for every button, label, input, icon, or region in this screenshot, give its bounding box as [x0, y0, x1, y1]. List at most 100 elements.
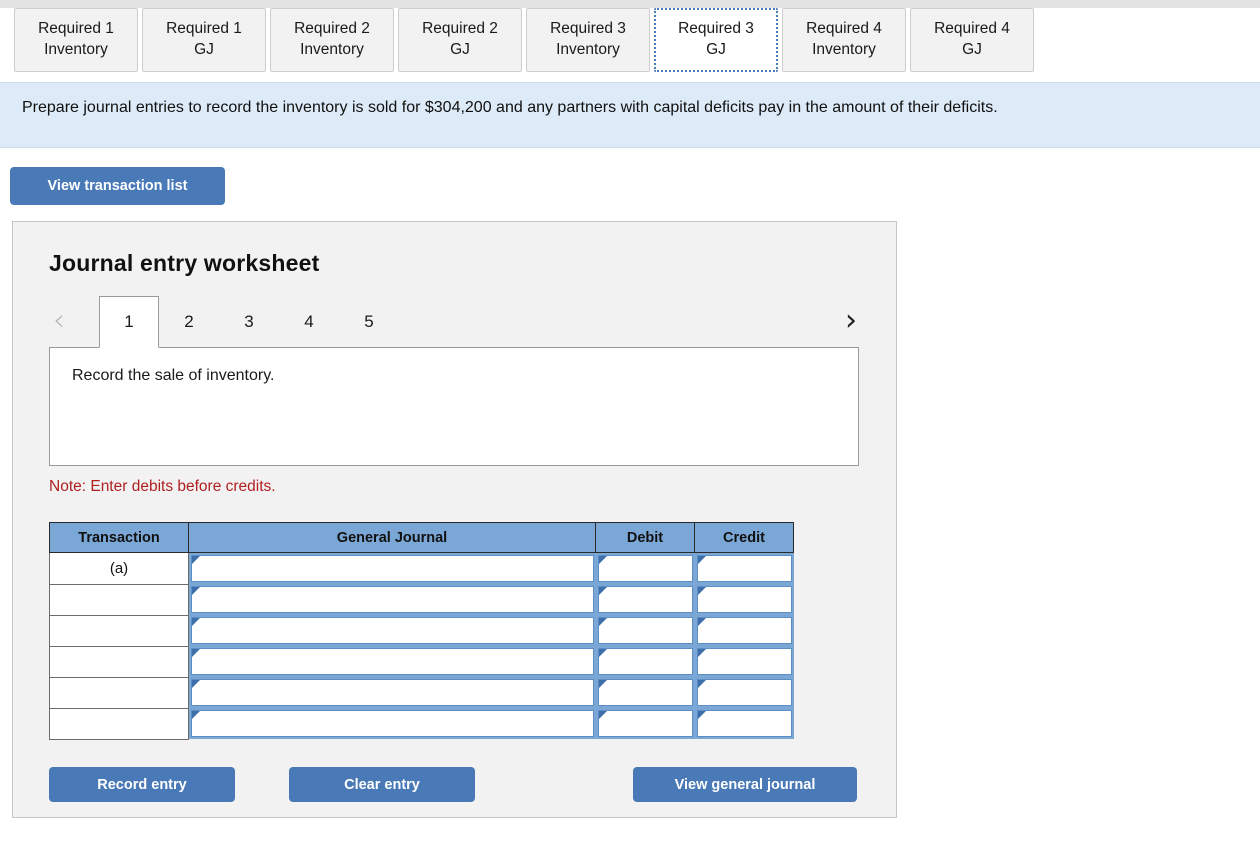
tab-label-line1: Required 2	[422, 20, 498, 38]
top-gray-strip	[0, 0, 1260, 8]
transaction-cell: (a)	[49, 552, 189, 585]
page-title: Journal entry worksheet	[49, 250, 320, 276]
table-row	[49, 676, 794, 709]
general-journal-input-cell	[188, 708, 596, 739]
credit-input-cell	[694, 584, 794, 615]
debit-input[interactable]	[597, 586, 693, 613]
tab-requirement-5[interactable]: Required 3 Inventory	[526, 8, 650, 72]
clear-entry-button[interactable]: Clear entry	[289, 767, 475, 802]
tab-label-line1: Required 1	[166, 20, 242, 38]
credit-input[interactable]	[696, 710, 792, 737]
general-journal-input[interactable]	[191, 586, 594, 613]
pager-page-list: 12345	[99, 296, 399, 348]
general-journal-input-cell	[188, 646, 596, 677]
credit-input-cell	[694, 615, 794, 646]
general-journal-input-cell	[188, 584, 596, 615]
credit-input[interactable]	[696, 648, 792, 675]
credit-input[interactable]	[696, 617, 792, 644]
tab-label-line1: Required 4	[934, 20, 1010, 38]
general-journal-input[interactable]	[191, 648, 594, 675]
column-header-debit: Debit	[595, 522, 695, 553]
requirement-tab-bar: Required 1 Inventory Required 1 GJ Required …	[0, 8, 1260, 80]
instruction-banner: Prepare journal entries to record the in…	[0, 82, 1260, 148]
debit-input-cell	[595, 677, 695, 708]
debit-input[interactable]	[597, 710, 693, 737]
transaction-cell	[49, 676, 189, 709]
credit-input-cell	[694, 677, 794, 708]
pager-page-1[interactable]: 1	[99, 296, 159, 348]
tab-label-line2: GJ	[706, 41, 726, 58]
tab-label-line2: Inventory	[556, 41, 620, 58]
debit-input-cell	[595, 552, 695, 584]
debit-input[interactable]	[597, 648, 693, 675]
tab-label-line2: Inventory	[812, 41, 876, 58]
general-journal-input-cell	[188, 552, 596, 584]
pager-page-2[interactable]: 2	[159, 296, 219, 348]
debit-input-cell	[595, 584, 695, 615]
worksheet-pager: ‹ 12345 ›	[49, 296, 859, 348]
debit-input[interactable]	[597, 617, 693, 644]
tab-label-line1: Required 4	[806, 20, 882, 38]
transaction-cell	[49, 707, 189, 740]
table-row	[49, 645, 794, 678]
tab-label-line2: GJ	[962, 41, 982, 58]
table-row	[49, 707, 794, 740]
journal-entry-table: Transaction General Journal Debit Credit…	[49, 522, 794, 740]
chevron-left-icon[interactable]: ‹	[53, 302, 65, 340]
tab-label-line2: GJ	[194, 41, 214, 58]
view-general-journal-button[interactable]: View general journal	[633, 767, 857, 802]
credit-input[interactable]	[696, 555, 792, 582]
credit-input-cell	[694, 552, 794, 584]
transaction-cell	[49, 614, 189, 647]
pager-page-5[interactable]: 5	[339, 296, 399, 348]
debit-input[interactable]	[597, 679, 693, 706]
debit-input-cell	[595, 615, 695, 646]
column-header-credit: Credit	[694, 522, 794, 553]
tab-requirement-6[interactable]: Required 3 GJ	[654, 8, 778, 72]
tab-requirement-8[interactable]: Required 4 GJ	[910, 8, 1034, 72]
journal-table-body: (a)	[49, 552, 794, 740]
view-transaction-list-button[interactable]: View transaction list	[10, 167, 225, 205]
chevron-right-icon[interactable]: ›	[845, 302, 857, 340]
worksheet-page: Required 1 Inventory Required 1 GJ Required …	[0, 0, 1260, 844]
general-journal-input[interactable]	[191, 555, 594, 582]
tab-label-line2: Inventory	[300, 41, 364, 58]
general-journal-input[interactable]	[191, 710, 594, 737]
entry-description-text: Record the sale of inventory.	[72, 367, 275, 384]
tab-requirement-4[interactable]: Required 2 GJ	[398, 8, 522, 72]
pager-page-3[interactable]: 3	[219, 296, 279, 348]
table-row	[49, 614, 794, 647]
transaction-cell	[49, 645, 189, 678]
tab-label-line2: Inventory	[44, 41, 108, 58]
tab-requirement-7[interactable]: Required 4 Inventory	[782, 8, 906, 72]
credit-input[interactable]	[696, 586, 792, 613]
tab-label-line1: Required 3	[550, 20, 626, 38]
tab-requirement-1[interactable]: Required 1 Inventory	[14, 8, 138, 72]
table-row	[49, 583, 794, 616]
tab-label-line1: Required 2	[294, 20, 370, 38]
general-journal-input-cell	[188, 677, 596, 708]
general-journal-input[interactable]	[191, 617, 594, 644]
credit-input-cell	[694, 708, 794, 739]
journal-entry-worksheet-panel: Journal entry worksheet ‹ 12345 › Record…	[12, 221, 897, 818]
pager-page-4[interactable]: 4	[279, 296, 339, 348]
column-header-transaction: Transaction	[49, 522, 189, 553]
table-header-row: Transaction General Journal Debit Credit	[49, 522, 794, 553]
debit-input-cell	[595, 708, 695, 739]
tab-label-line1: Required 3	[678, 20, 754, 38]
tab-label-line1: Required 1	[38, 20, 114, 38]
debits-before-credits-note: Note: Enter debits before credits.	[49, 478, 276, 495]
debit-input[interactable]	[597, 555, 693, 582]
general-journal-input[interactable]	[191, 679, 594, 706]
general-journal-input-cell	[188, 615, 596, 646]
entry-description-box: Record the sale of inventory.	[49, 347, 859, 466]
table-row: (a)	[49, 552, 794, 585]
tab-requirement-3[interactable]: Required 2 Inventory	[270, 8, 394, 72]
record-entry-button[interactable]: Record entry	[49, 767, 235, 802]
credit-input-cell	[694, 646, 794, 677]
column-header-general-journal: General Journal	[188, 522, 596, 553]
instruction-text: Prepare journal entries to record the in…	[22, 99, 998, 116]
tab-label-line2: GJ	[450, 41, 470, 58]
credit-input[interactable]	[696, 679, 792, 706]
tab-requirement-2[interactable]: Required 1 GJ	[142, 8, 266, 72]
